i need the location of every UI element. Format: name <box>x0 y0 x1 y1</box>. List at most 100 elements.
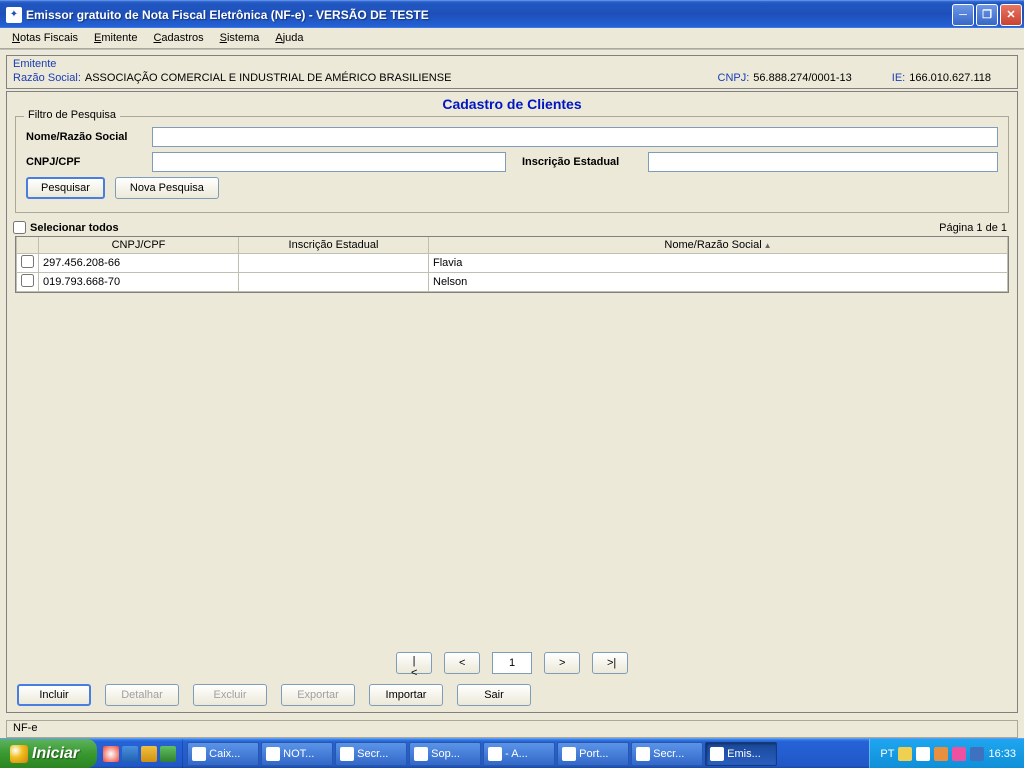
results-table: CNPJ/CPF Inscrição Estadual Nome/Razão S… <box>15 236 1009 293</box>
chrome-icon[interactable] <box>103 746 119 762</box>
taskbar-task[interactable]: - A... <box>483 742 555 766</box>
task-app-icon <box>414 747 428 761</box>
cell-nome: Flavia <box>429 254 1008 273</box>
filter-legend: Filtro de Pesquisa <box>24 109 120 121</box>
taskbar-task[interactable]: Sop... <box>409 742 481 766</box>
task-app-icon <box>266 747 280 761</box>
pager-page-input[interactable] <box>492 652 532 674</box>
cell-ie <box>239 254 429 273</box>
detalhar-button[interactable]: Detalhar <box>105 684 179 706</box>
incluir-button[interactable]: Incluir <box>17 684 91 706</box>
col-nome[interactable]: Nome/Razão Social▲ <box>429 237 1008 254</box>
emitente-panel: Emitente Razão Social: ASSOCIAÇÃO COMERC… <box>6 55 1018 89</box>
status-text: NF-e <box>13 722 37 734</box>
task-app-icon <box>192 747 206 761</box>
col-checkbox[interactable] <box>17 237 39 254</box>
taskbar: Iniciar Caix... NOT... Secr... Sop... - A...… <box>0 738 1024 768</box>
taskbar-task[interactable]: Caix... <box>187 742 259 766</box>
menu-ajuda[interactable]: Ajuda <box>269 30 309 46</box>
excluir-button[interactable]: Excluir <box>193 684 267 706</box>
page-indicator: Página 1 de 1 <box>939 222 1007 234</box>
select-all-label: Selecionar todos <box>30 222 119 234</box>
status-bar: NF-e <box>6 720 1018 738</box>
pager: |< < > >| <box>7 644 1017 680</box>
task-app-icon <box>710 747 724 761</box>
quick-launch <box>97 739 183 768</box>
task-app-icon <box>636 747 650 761</box>
cnpjcpf-label: CNPJ/CPF <box>26 156 146 168</box>
tray-icon-4[interactable] <box>952 747 966 761</box>
cell-cnpj: 019.793.668-70 <box>39 273 239 292</box>
taskbar-task[interactable]: Secr... <box>631 742 703 766</box>
system-tray: PT 16:33 <box>869 739 1024 768</box>
task-app-icon <box>488 747 502 761</box>
task-app-icon <box>340 747 354 761</box>
sair-button[interactable]: Sair <box>457 684 531 706</box>
windows-logo-icon <box>10 745 28 763</box>
task-label: Port... <box>579 748 608 760</box>
menu-notas-fiscais[interactable]: Notas Fiscais <box>6 30 84 46</box>
menu-sistema[interactable]: Sistema <box>214 30 266 46</box>
nome-input[interactable] <box>152 127 998 147</box>
clock[interactable]: 16:33 <box>988 748 1016 760</box>
tray-icon-3[interactable] <box>934 747 948 761</box>
task-label: Secr... <box>357 748 388 760</box>
language-indicator[interactable]: PT <box>880 748 894 760</box>
task-label: Caix... <box>209 748 240 760</box>
taskbar-task[interactable]: Secr... <box>335 742 407 766</box>
pesquisar-button[interactable]: Pesquisar <box>26 177 105 199</box>
menu-separator <box>0 49 1024 51</box>
task-label: - A... <box>505 748 528 760</box>
tray-icon-2[interactable] <box>916 747 930 761</box>
ie-icon[interactable] <box>122 746 138 762</box>
ie-label: IE: <box>892 72 905 84</box>
cell-nome: Nelson <box>429 273 1008 292</box>
desktop-icon[interactable] <box>160 746 176 762</box>
cell-ie <box>239 273 429 292</box>
task-label: Sop... <box>431 748 460 760</box>
table-row[interactable]: 019.793.668-70 Nelson <box>17 273 1008 292</box>
pager-prev-button[interactable]: < <box>444 652 480 674</box>
row-checkbox[interactable] <box>21 274 34 287</box>
razao-social-label: Razão Social: <box>13 72 81 84</box>
ie-filter-label: Inscrição Estadual <box>522 156 642 168</box>
emitente-title: Emitente <box>7 56 1017 70</box>
row-checkbox[interactable] <box>21 255 34 268</box>
maximize-button[interactable]: ❐ <box>976 4 998 26</box>
col-ie[interactable]: Inscrição Estadual <box>239 237 429 254</box>
filter-fieldset: Filtro de Pesquisa Nome/Razão Social CNP… <box>15 116 1009 213</box>
table-empty-area <box>7 293 1017 644</box>
menu-cadastros[interactable]: Cadastros <box>147 30 209 46</box>
minimize-button[interactable]: ─ <box>952 4 974 26</box>
tray-icon-5[interactable] <box>970 747 984 761</box>
cell-cnpj: 297.456.208-66 <box>39 254 239 273</box>
nova-pesquisa-button[interactable]: Nova Pesquisa <box>115 177 219 199</box>
importar-button[interactable]: Importar <box>369 684 443 706</box>
folder-icon[interactable] <box>141 746 157 762</box>
pager-next-button[interactable]: > <box>544 652 580 674</box>
close-button[interactable]: ✕ <box>1000 4 1022 26</box>
select-all-checkbox[interactable] <box>13 221 26 234</box>
taskbar-task[interactable]: Port... <box>557 742 629 766</box>
start-label: Iniciar <box>32 745 79 763</box>
app-icon: ✦ <box>6 7 22 23</box>
cnpjcpf-input[interactable] <box>152 152 506 172</box>
ie-input[interactable] <box>648 152 998 172</box>
pager-first-button[interactable]: |< <box>396 652 432 674</box>
razao-social-value: ASSOCIAÇÃO COMERCIAL E INDUSTRIAL DE AMÉ… <box>85 72 452 84</box>
taskbar-task[interactable]: Emis... <box>705 742 777 766</box>
exportar-button[interactable]: Exportar <box>281 684 355 706</box>
table-row[interactable]: 297.456.208-66 Flavia <box>17 254 1008 273</box>
action-buttons: Incluir Detalhar Excluir Exportar Import… <box>7 680 1017 708</box>
menu-emitente[interactable]: Emitente <box>88 30 143 46</box>
select-all-row: Selecionar todos Página 1 de 1 <box>7 219 1017 236</box>
taskbar-task[interactable]: NOT... <box>261 742 333 766</box>
start-button[interactable]: Iniciar <box>0 739 97 768</box>
tray-icon-1[interactable] <box>898 747 912 761</box>
page-title: Cadastro de Clientes <box>7 92 1017 116</box>
pager-last-button[interactable]: >| <box>592 652 628 674</box>
sort-asc-icon: ▲ <box>764 241 772 250</box>
task-label: Secr... <box>653 748 684 760</box>
col-cnpj[interactable]: CNPJ/CPF <box>39 237 239 254</box>
task-label: NOT... <box>283 748 314 760</box>
